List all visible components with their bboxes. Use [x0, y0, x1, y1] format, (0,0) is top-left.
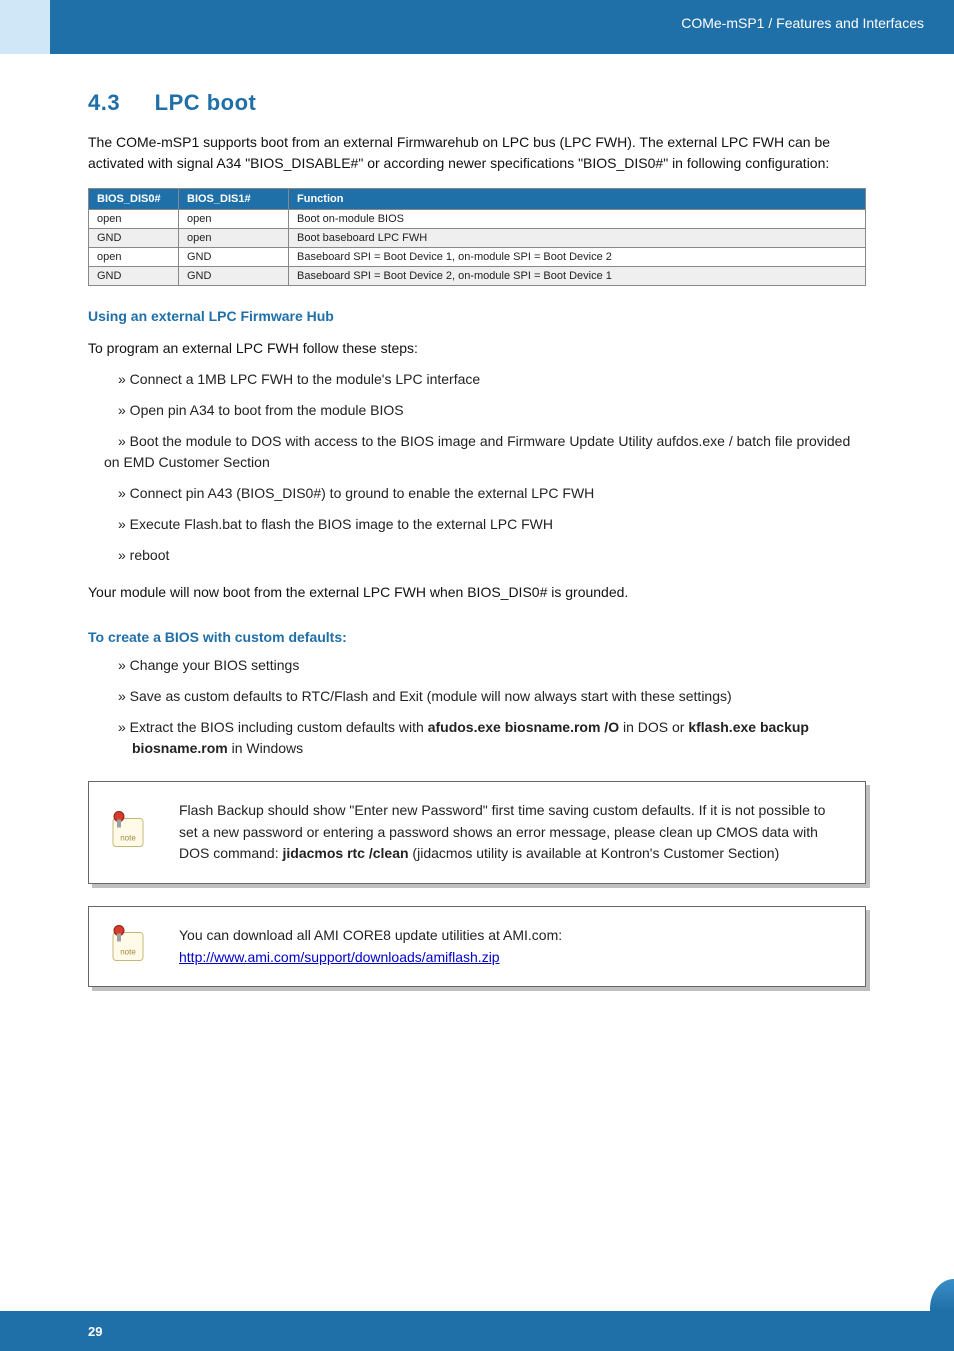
- cell: GND: [179, 248, 289, 267]
- section-heading: 4.3 LPC boot: [88, 90, 866, 116]
- cell: open: [89, 210, 179, 229]
- col-header: BIOS_DIS1#: [179, 189, 289, 210]
- tail-paragraph: Your module will now boot from the exter…: [88, 582, 866, 603]
- list-item: » Connect pin A43 (BIOS_DIS0#) to ground…: [118, 483, 866, 504]
- page: COMe-mSP1 / Features and Interfaces 4.3 …: [0, 0, 954, 1351]
- note-box: note Flash Backup should show "Enter new…: [88, 781, 866, 884]
- cell: open: [179, 210, 289, 229]
- section-number: 4.3: [88, 90, 148, 116]
- breadcrumb: COMe-mSP1 / Features and Interfaces: [681, 15, 924, 31]
- note-icon: note: [107, 922, 151, 971]
- subheading-external-fwh: Using an external LPC Firmware Hub: [88, 308, 866, 324]
- list-item-text: in DOS or: [619, 719, 688, 735]
- list-item: » Open pin A34 to boot from the module B…: [118, 400, 866, 421]
- list-item-text: in Windows: [228, 740, 303, 756]
- cell: GND: [89, 229, 179, 248]
- list-item: » Save as custom defaults to RTC/Flash a…: [118, 686, 866, 707]
- download-link[interactable]: http://www.ami.com/support/downloads/ami…: [179, 949, 500, 965]
- subheading-custom-defaults: To create a BIOS with custom defaults:: [88, 629, 866, 645]
- cell: open: [89, 248, 179, 267]
- list-item-text: » Extract the BIOS including custom defa…: [118, 719, 428, 735]
- cell: Boot on-module BIOS: [289, 210, 866, 229]
- table-row: open open Boot on-module BIOS: [89, 210, 866, 229]
- header-tab: [0, 0, 50, 54]
- list-item: » reboot: [118, 545, 866, 566]
- note-text-span: (jidacmos utility is available at Kontro…: [409, 845, 780, 861]
- content: 4.3 LPC boot The COMe-mSP1 supports boot…: [88, 90, 866, 987]
- note-text: You can download all AMI CORE8 update ut…: [179, 925, 847, 968]
- list-item: » Connect a 1MB LPC FWH to the module's …: [118, 369, 866, 390]
- col-header: BIOS_DIS0#: [89, 189, 179, 210]
- cell: Baseboard SPI = Boot Device 1, on-module…: [289, 248, 866, 267]
- note-text: Flash Backup should show "Enter new Pass…: [179, 800, 847, 865]
- cell: GND: [179, 267, 289, 286]
- col-header: Function: [289, 189, 866, 210]
- note-icon: note: [107, 808, 151, 857]
- list-item: » Boot the module to DOS with access to …: [118, 431, 866, 452]
- section-title-text: LPC boot: [155, 90, 257, 115]
- list-item: » Extract the BIOS including custom defa…: [118, 717, 866, 759]
- command-text: jidacmos rtc /clean: [282, 845, 408, 861]
- footer-corner: [930, 1279, 954, 1311]
- list-item: » Change your BIOS settings: [118, 655, 866, 676]
- table-header-row: BIOS_DIS0# BIOS_DIS1# Function: [89, 189, 866, 210]
- table-row: GND GND Baseboard SPI = Boot Device 2, o…: [89, 267, 866, 286]
- command-text: afudos.exe biosname.rom /O: [428, 719, 619, 735]
- svg-text:note: note: [120, 833, 136, 842]
- table-row: open GND Baseboard SPI = Boot Device 1, …: [89, 248, 866, 267]
- cell: Baseboard SPI = Boot Device 2, on-module…: [289, 267, 866, 286]
- table-row: GND open Boot baseboard LPC FWH: [89, 229, 866, 248]
- footer-band: [0, 1311, 954, 1351]
- bios-config-table: BIOS_DIS0# BIOS_DIS1# Function open open…: [88, 188, 866, 286]
- note-box: note You can download all AMI CORE8 upda…: [88, 906, 866, 987]
- cell: GND: [89, 267, 179, 286]
- cell: Boot baseboard LPC FWH: [289, 229, 866, 248]
- lead-text: To program an external LPC FWH follow th…: [88, 338, 866, 359]
- intro-paragraph: The COMe-mSP1 supports boot from an exte…: [88, 132, 866, 174]
- note-text-span: You can download all AMI CORE8 update ut…: [179, 927, 562, 943]
- list-item: » Execute Flash.bat to flash the BIOS im…: [118, 514, 866, 535]
- list-item-continuation: on EMD Customer Section: [104, 452, 866, 473]
- cell: open: [179, 229, 289, 248]
- page-number: 29: [88, 1324, 102, 1339]
- svg-text:note: note: [120, 947, 136, 956]
